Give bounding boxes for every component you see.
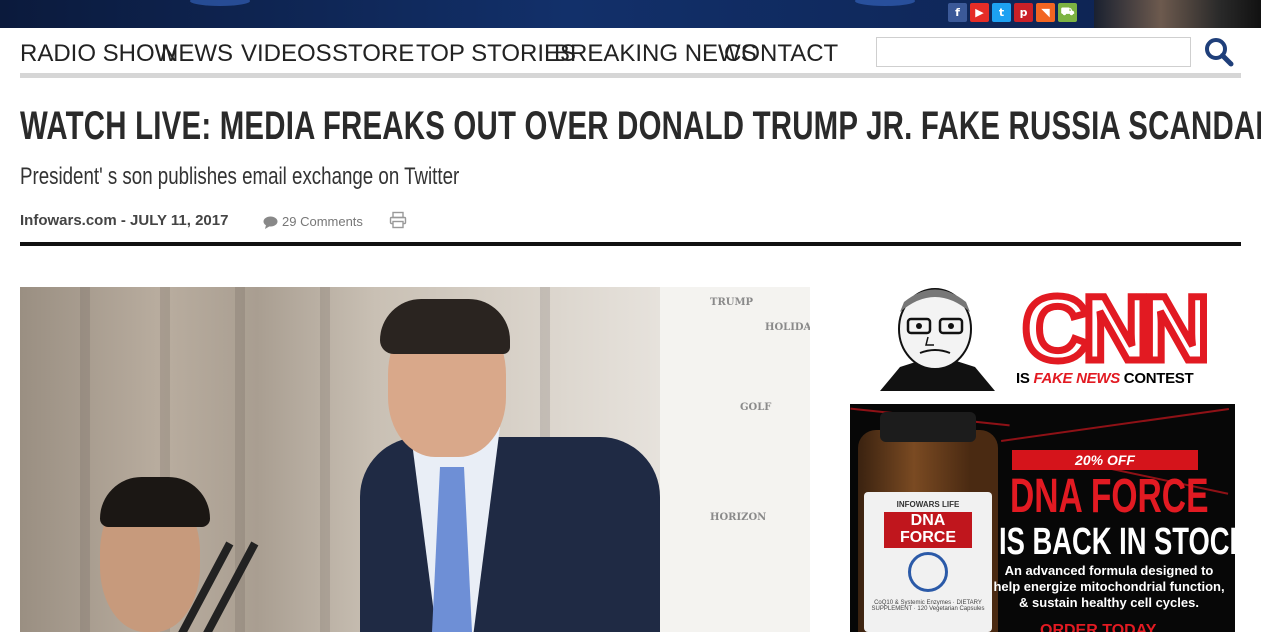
cnn-ad-tagline: IS FAKE NEWS CONTEST xyxy=(1016,370,1194,388)
supplement-bottle: INFOWARS LIFE DNA FORCE CoQ10 & Systemic… xyxy=(858,412,998,632)
dna-ad-title: DNA FORCE xyxy=(1010,470,1209,523)
article-subheadline: President' s son publishes email exchang… xyxy=(20,163,460,190)
search-icon xyxy=(1205,38,1234,67)
nav-item-news[interactable]: NEWS xyxy=(161,40,233,67)
article-photo: TRUMP HOLIDAY GOLF HORIZON xyxy=(20,287,810,632)
banner-glow xyxy=(190,0,250,6)
bottle-fine-print: CoQ10 & Systemic Enzymes · DIETARY SUPPL… xyxy=(871,600,985,612)
nav-divider xyxy=(20,73,1241,78)
print-icon xyxy=(389,211,407,229)
tagline-highlight: FAKE NEWS xyxy=(1033,370,1120,387)
nav-item-videos[interactable]: VIDEOS xyxy=(241,40,332,67)
top-banner: f ▶ t p ◥ ⛟ xyxy=(0,0,1261,28)
host-photo xyxy=(1094,0,1261,28)
order-today-button[interactable]: ORDER TODAY xyxy=(1040,622,1156,632)
pinterest-icon[interactable]: p xyxy=(1014,3,1033,22)
nav-item-radio-show[interactable]: RADIO SHOW xyxy=(20,40,177,67)
nav-item-contact[interactable]: CONTACT xyxy=(724,40,838,67)
dna-ad-description: An advanced formula designed to help ene… xyxy=(993,563,1225,610)
caricature-illustration xyxy=(880,288,995,391)
article-byline: Infowars.com - JULY 11, 2017 xyxy=(20,212,229,229)
discount-badge: 20% OFF xyxy=(1012,450,1198,470)
bottle-brand: INFOWARS LIFE xyxy=(896,500,960,509)
dna-ad-subtitle: IS BACK IN STOCK xyxy=(999,521,1250,563)
nav-item-store[interactable]: STORE xyxy=(332,40,414,67)
cnn-contest-ad[interactable]: CNN IS FAKE NEWS CONTEST xyxy=(850,287,1235,391)
print-button[interactable] xyxy=(389,211,407,229)
tagline-prefix: IS xyxy=(1016,370,1034,387)
dna-helix-icon xyxy=(908,552,948,592)
cnn-logo: CNN xyxy=(1019,290,1213,368)
youtube-icon[interactable]: ▶ xyxy=(970,3,989,22)
page-title: WATCH LIVE: MEDIA FREAKS OUT OVER DONALD… xyxy=(20,104,1261,148)
bottle-name: DNA FORCE xyxy=(884,512,972,548)
nav-item-top-stories[interactable]: TOP STORIES xyxy=(416,40,576,67)
search-button[interactable] xyxy=(1200,34,1236,70)
tagline-suffix: CONTEST xyxy=(1119,370,1194,387)
comments-count: 29 Comments xyxy=(282,214,363,229)
facebook-icon[interactable]: f xyxy=(948,3,967,22)
rss-icon[interactable]: ◥ xyxy=(1036,3,1055,22)
banner-glow xyxy=(855,0,915,6)
comments-link[interactable]: 29 Comments xyxy=(263,212,363,232)
twitter-icon[interactable]: t xyxy=(992,3,1011,22)
comment-icon xyxy=(263,216,278,229)
search-input[interactable] xyxy=(876,37,1191,67)
social-links: f ▶ t p ◥ ⛟ xyxy=(948,3,1077,22)
header-divider xyxy=(20,242,1241,246)
svg-text:CNN: CNN xyxy=(1022,290,1204,368)
cart-icon[interactable]: ⛟ xyxy=(1058,3,1077,22)
